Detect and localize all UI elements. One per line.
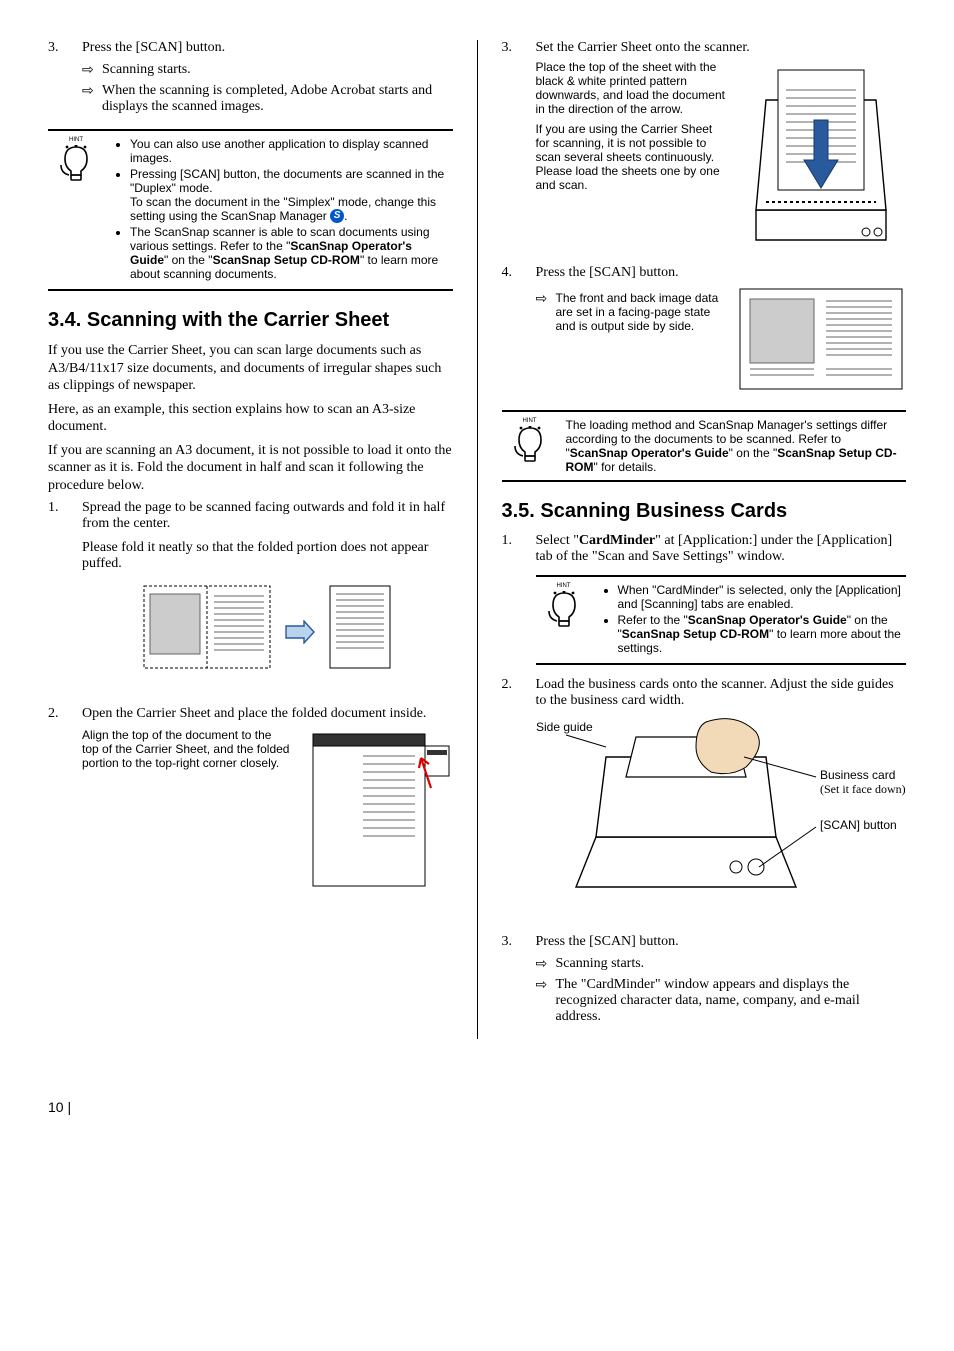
arrow-icon: ⇨	[82, 83, 102, 115]
bizcard-step-1: 1. Select "CardMinder" at [Application:]…	[502, 533, 907, 565]
scansnap-s-icon: S	[330, 209, 344, 223]
step-3-text: Press the [SCAN] button.	[82, 40, 453, 56]
arrow-icon: ⇨	[536, 956, 556, 973]
carrier-step-2: 2. Open the Carrier Sheet and place the …	[48, 706, 453, 898]
step-3-sub1: Scanning starts.	[102, 62, 453, 79]
lightbulb-icon	[59, 145, 93, 183]
arrow-icon: ⇨	[536, 291, 556, 333]
label-scan-button: [SCAN] button	[820, 818, 897, 832]
figure-carrier-open: Align the top of the document to the top…	[82, 728, 453, 898]
carrier-para-1: If you use the Carrier Sheet, you can sc…	[48, 342, 453, 395]
right-column: 3. Set the Carrier Sheet onto the scanne…	[502, 40, 907, 1039]
bizcard-step-3: 3. Press the [SCAN] button. ⇨Scanning st…	[502, 934, 907, 1029]
hint-box-3: HINT When "CardMinder" is selected, only…	[536, 575, 907, 665]
arrow-icon: ⇨	[536, 977, 556, 1025]
carrier-step-1: 1. Spread the page to be scanned facing …	[48, 500, 453, 696]
step-3-sub2: When the scanning is completed, Adobe Ac…	[102, 83, 453, 115]
carrier-step-1-note: Please fold it neatly so that the folded…	[82, 540, 453, 572]
hint1-item2: Pressing [SCAN] button, the documents ar…	[130, 167, 453, 223]
step-3: 3. Press the [SCAN] button. ⇨Scanning st…	[48, 40, 453, 119]
hint-label: HINT	[69, 137, 83, 143]
carrier-step-4: 4. Press the [SCAN] button. ⇨The front a…	[502, 265, 907, 400]
carrier-para-2: Here, as an example, this section explai…	[48, 401, 453, 436]
hint-label: HINT	[523, 418, 537, 424]
label-biz-card: Business card	[820, 768, 895, 782]
carrier-para-3: If you are scanning an A3 document, it i…	[48, 442, 453, 495]
figure-fold	[82, 582, 453, 682]
step-3-num: 3.	[48, 40, 82, 119]
lightbulb-icon	[513, 426, 547, 464]
lightbulb-icon	[547, 591, 581, 629]
label-biz-card2: (Set it face down)	[820, 782, 906, 796]
column-divider	[477, 40, 478, 1039]
left-column: 3. Press the [SCAN] button. ⇨Scanning st…	[48, 40, 453, 1039]
hint-box-2: HINT The loading method and ScanSnap Man…	[502, 410, 907, 482]
figure-facing-output: ⇨The front and back image data are set i…	[536, 285, 907, 400]
hint-box-1: HINT You can also use another applicatio…	[48, 129, 453, 291]
heading-3-5: 3.5. Scanning Business Cards	[502, 500, 907, 523]
heading-3-4: 3.4. Scanning with the Carrier Sheet	[48, 309, 453, 332]
hint1-item3: The ScanSnap scanner is able to scan doc…	[130, 225, 453, 281]
carrier-step-3: 3. Set the Carrier Sheet onto the scanne…	[502, 40, 907, 255]
hint3-item1: When "CardMinder" is selected, only the …	[618, 583, 907, 611]
hint3-item2: Refer to the "ScanSnap Operator's Guide"…	[618, 613, 907, 655]
label-side-guide: Side guide	[536, 720, 593, 734]
figure-scanner-load: Place the top of the sheet with the blac…	[536, 60, 907, 255]
bizcard-step-2: 2. Load the business cards onto the scan…	[502, 677, 907, 924]
hint-label: HINT	[557, 583, 571, 589]
hint1-item1: You can also use another application to …	[130, 137, 453, 165]
arrow-icon: ⇨	[82, 62, 102, 79]
figure-bizcard-load: Side guide Business card (Set it face do…	[536, 717, 907, 912]
arrow-right-icon	[284, 620, 316, 644]
page-number: 10 |	[48, 1099, 906, 1115]
